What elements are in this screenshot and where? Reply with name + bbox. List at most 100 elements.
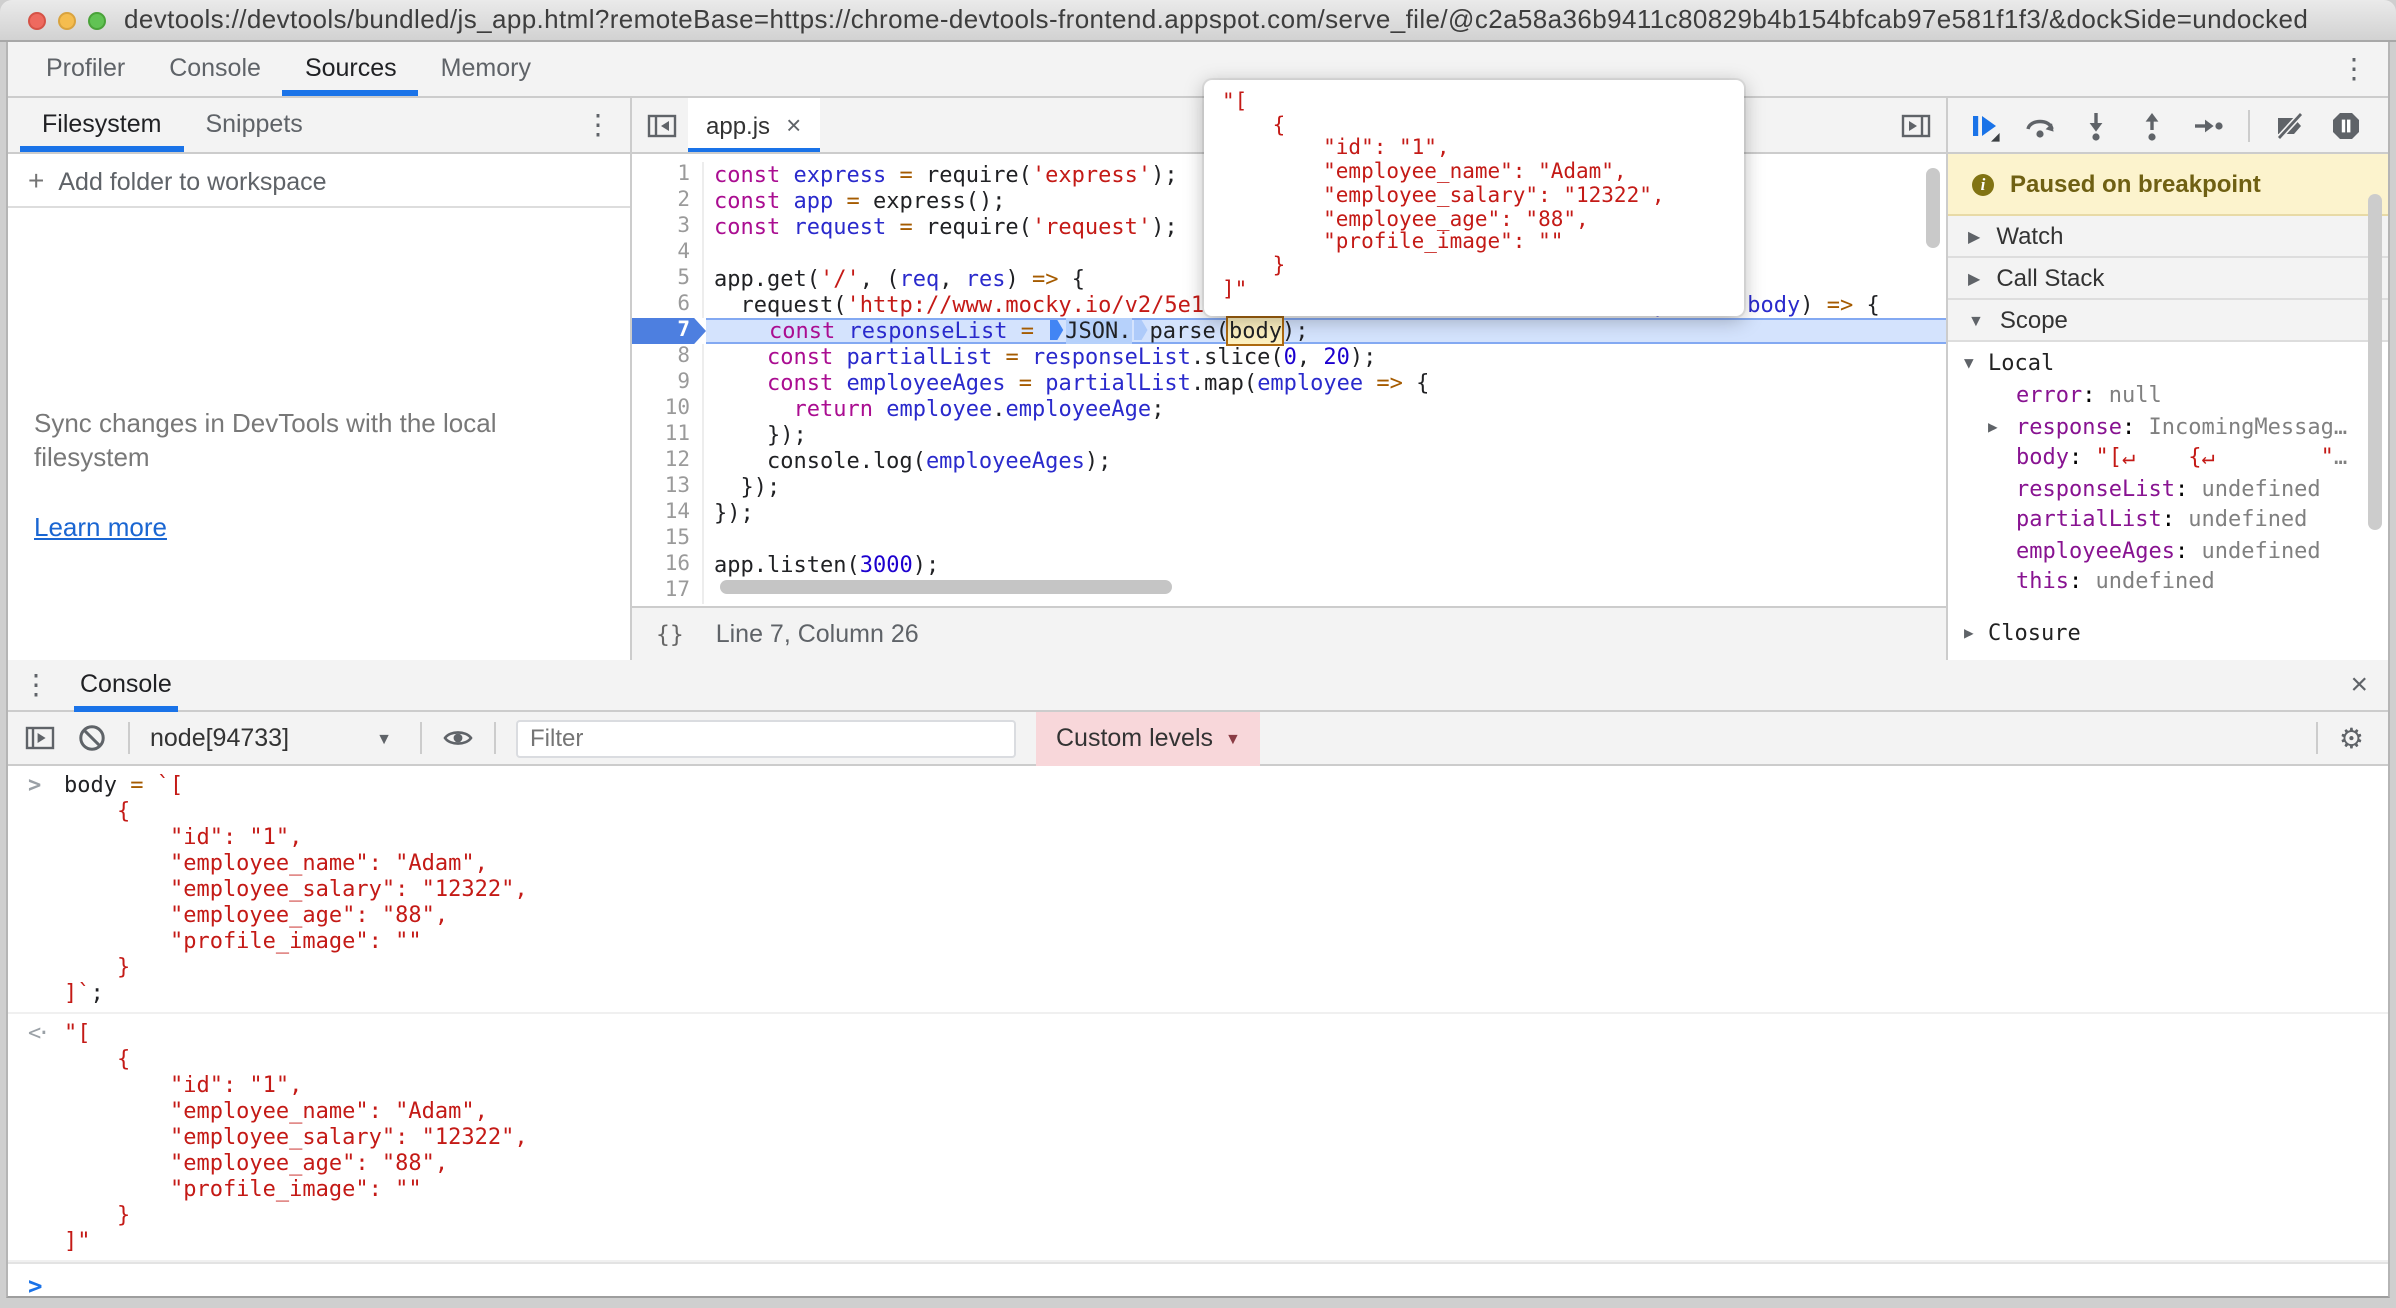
scope-variable-employeeAges[interactable]: employeeAges: undefined bbox=[1948, 535, 2388, 566]
step-out-button[interactable] bbox=[2136, 109, 2168, 141]
line-number[interactable]: 17 bbox=[632, 578, 704, 604]
scope-variable-error[interactable]: error: null bbox=[1948, 380, 2388, 411]
code-token: const bbox=[714, 162, 780, 188]
editor-vertical-scrollbar[interactable] bbox=[1926, 168, 1940, 248]
code-text[interactable]: const partialList = responseList.slice(0… bbox=[704, 344, 1946, 370]
toggle-debugger-sidebar-icon[interactable] bbox=[1900, 109, 1932, 141]
chevron-down-icon[interactable]: ▼ bbox=[1964, 348, 1974, 380]
code-text[interactable]: }); bbox=[704, 474, 1946, 500]
code-token: . bbox=[992, 396, 1005, 422]
line-number[interactable]: 16 bbox=[632, 552, 704, 578]
close-window-button[interactable] bbox=[28, 12, 46, 30]
chevron-right-icon[interactable]: ▶ bbox=[1988, 411, 1998, 442]
code-text[interactable]: return employee.employeeAge; bbox=[704, 396, 1946, 422]
watch-section-header[interactable]: ▶ Watch bbox=[1948, 216, 2388, 258]
code-line-12: 12 console.log(employeeAges); bbox=[632, 448, 1946, 474]
code-token: 20 bbox=[1323, 344, 1350, 370]
inline-breakpoint-selected-icon[interactable] bbox=[1049, 320, 1063, 340]
console-prompt[interactable]: > bbox=[8, 1262, 2388, 1296]
chevron-right-icon[interactable]: ▶ bbox=[1968, 227, 1980, 245]
code-token: employeeAges bbox=[926, 448, 1085, 474]
file-tab-appjs[interactable]: app.js × bbox=[688, 98, 819, 152]
execution-context-selector[interactable]: node[94733] ▼ bbox=[150, 724, 400, 752]
code-text[interactable]: }); bbox=[704, 422, 1946, 448]
breakpoint-marker[interactable]: 7 bbox=[632, 318, 706, 344]
deactivate-breakpoints-button[interactable] bbox=[2274, 109, 2306, 141]
console-messages[interactable]: >body = `[ { "id": "1", "employee_name":… bbox=[8, 766, 2388, 1296]
step-button[interactable] bbox=[2192, 109, 2224, 141]
scope-variable-partialList[interactable]: partialList: undefined bbox=[1948, 504, 2388, 535]
clear-console-icon[interactable] bbox=[76, 722, 108, 754]
line-number[interactable]: 4 bbox=[632, 240, 704, 266]
line-number[interactable]: 8 bbox=[632, 344, 704, 370]
scope-group-local[interactable]: ▼Local bbox=[1948, 348, 2388, 380]
add-folder-button[interactable]: +Add folder to workspace bbox=[8, 154, 630, 208]
live-expression-eye-icon[interactable] bbox=[442, 722, 474, 754]
inline-breakpoint-icon[interactable] bbox=[1133, 320, 1147, 340]
learn-more-link[interactable]: Learn more bbox=[34, 512, 167, 542]
code-token: "employee_name": "Adam", bbox=[64, 1098, 488, 1124]
code-text[interactable]: const responseList = JSON.parse(body); bbox=[706, 318, 1946, 344]
line-number[interactable]: 9 bbox=[632, 370, 704, 396]
separator: : bbox=[2069, 444, 2096, 470]
scope-variable-response[interactable]: ▶response: IncomingMessag… bbox=[1948, 411, 2388, 442]
devtools-menu-icon[interactable]: ⋮ bbox=[2320, 42, 2388, 96]
line-number[interactable]: 11 bbox=[632, 422, 704, 448]
chevron-right-icon[interactable]: ▶ bbox=[1968, 269, 1980, 287]
toggle-navigator-icon[interactable] bbox=[646, 109, 678, 141]
tab-sources[interactable]: Sources bbox=[283, 42, 419, 96]
tab-profiler[interactable]: Profiler bbox=[24, 42, 147, 96]
console-drawer-tab[interactable]: Console bbox=[74, 659, 178, 711]
sidebar-scrollbar[interactable] bbox=[2368, 194, 2382, 530]
step-over-button[interactable] bbox=[2024, 109, 2056, 141]
step-into-button[interactable] bbox=[2080, 109, 2112, 141]
code-text[interactable]: console.log(employeeAges); bbox=[704, 448, 1946, 474]
scope-variable-body[interactable]: body: "[↵ {↵ "… bbox=[1948, 442, 2388, 473]
line-number[interactable]: 13 bbox=[632, 474, 704, 500]
console-settings-gear-icon[interactable]: ⚙ bbox=[2339, 711, 2364, 765]
code-line-13: 13 }); bbox=[632, 474, 1946, 500]
scope-variable-responseList[interactable]: responseList: undefined bbox=[1948, 473, 2388, 504]
line-number[interactable]: 10 bbox=[632, 396, 704, 422]
resume-script-button[interactable] bbox=[1968, 109, 2000, 141]
zoom-window-button[interactable] bbox=[88, 12, 106, 30]
code-text[interactable]: const employeeAges = partialList.map(emp… bbox=[704, 370, 1946, 396]
navigator-tab-bar: Filesystem Snippets ⋮ bbox=[8, 98, 630, 154]
line-number[interactable]: 1 bbox=[632, 162, 704, 188]
code-token: ); bbox=[1282, 318, 1309, 344]
chevron-down-icon[interactable]: ▼ bbox=[1968, 311, 1984, 329]
tab-console[interactable]: Console bbox=[147, 42, 283, 96]
navigator-more-icon[interactable]: ⋮ bbox=[566, 98, 630, 152]
close-file-tab-icon[interactable]: × bbox=[786, 112, 801, 138]
tab-filesystem[interactable]: Filesystem bbox=[20, 98, 183, 152]
code-text[interactable] bbox=[704, 526, 1946, 552]
line-number[interactable]: 6 bbox=[632, 292, 704, 318]
line-number[interactable]: 5 bbox=[632, 266, 704, 292]
code-text[interactable]: }); bbox=[704, 500, 1946, 526]
pause-on-exceptions-button[interactable] bbox=[2330, 109, 2362, 141]
editor-horizontal-scrollbar[interactable] bbox=[720, 580, 1172, 594]
tab-memory[interactable]: Memory bbox=[419, 42, 553, 96]
code-token: app.listen( bbox=[714, 552, 860, 578]
chevron-right-icon[interactable]: ▶ bbox=[1964, 617, 1974, 649]
scope-variable-this[interactable]: this: undefined bbox=[1948, 566, 2388, 597]
tooltip-line: "profile_image": "" bbox=[1222, 232, 1726, 255]
line-number[interactable]: 2 bbox=[632, 188, 704, 214]
line-number[interactable]: 15 bbox=[632, 526, 704, 552]
line-number[interactable]: 12 bbox=[632, 448, 704, 474]
minimize-window-button[interactable] bbox=[58, 12, 76, 30]
line-number[interactable]: 14 bbox=[632, 500, 704, 526]
log-levels-dropdown[interactable]: Custom levels ▼ bbox=[1036, 711, 1261, 765]
pretty-print-button[interactable]: {} bbox=[656, 620, 684, 648]
scope-section-header[interactable]: ▼ Scope bbox=[1948, 300, 2388, 342]
call-stack-section-header[interactable]: ▶ Call Stack bbox=[1948, 258, 2388, 300]
close-drawer-icon[interactable]: × bbox=[2350, 668, 2368, 702]
code-token: ); bbox=[1085, 448, 1112, 474]
show-console-sidebar-icon[interactable] bbox=[24, 722, 56, 754]
console-filter-input[interactable] bbox=[516, 719, 1016, 757]
line-number[interactable]: 3 bbox=[632, 214, 704, 240]
code-text[interactable]: app.listen(3000); bbox=[704, 552, 1946, 578]
drawer-menu-icon[interactable]: ⋮ bbox=[22, 668, 50, 702]
tab-snippets[interactable]: Snippets bbox=[183, 98, 324, 152]
scope-group-closure[interactable]: ▶Closure bbox=[1948, 617, 2388, 649]
